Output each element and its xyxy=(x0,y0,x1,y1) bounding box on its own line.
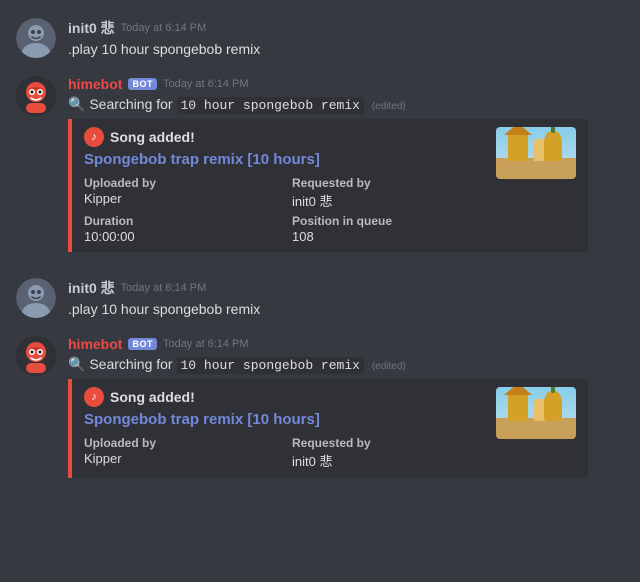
thumbnail-canvas xyxy=(496,127,576,179)
field-uploaded-by-2: Uploaded by Kipper xyxy=(84,436,276,470)
music-icon: ♪ xyxy=(84,127,104,147)
field-requested-by-2: Requested by init0 悲 xyxy=(292,436,484,470)
username-2: init0 悲 xyxy=(68,278,115,298)
message-header: init0 悲 Today at 6:14 PM xyxy=(68,18,624,38)
timestamp: Today at 6:14 PM xyxy=(121,22,207,34)
field-label-requested-2: Requested by xyxy=(292,436,484,450)
avatar-bot-2 xyxy=(16,336,56,376)
message-group-bot-2: himebot BOT Today at 6:14 PM 🔍 Searching… xyxy=(0,328,640,487)
search-text-2: Searching for xyxy=(89,356,172,372)
message-header-2: init0 悲 Today at 6:14 PM xyxy=(68,278,624,298)
message-text-2: .play 10 hour spongebob remix xyxy=(68,300,624,320)
message-group-bot: himebot BOT Today at 6:14 PM 🔍 Searching… xyxy=(0,68,640,261)
song-name: Spongebob trap remix [10 hours] xyxy=(84,151,484,168)
message-content-bot: himebot BOT Today at 6:14 PM 🔍 Searching… xyxy=(68,76,624,253)
thumbnail-canvas-2 xyxy=(496,387,576,439)
avatar xyxy=(16,18,56,58)
embed-2: ♪ Song added! Spongebob trap remix [10 h… xyxy=(68,379,588,478)
username: init0 悲 xyxy=(68,18,115,38)
field-value-requested: init0 悲 xyxy=(292,191,484,210)
search-line-2: 🔍 Searching for 10 hour spongebob remix … xyxy=(68,354,624,376)
field-label-duration: Duration xyxy=(84,214,276,228)
messages-container: init0 悲 Today at 6:14 PM .play 10 hour s… xyxy=(0,0,640,496)
message-header-bot: himebot BOT Today at 6:14 PM xyxy=(68,76,624,92)
field-value-uploaded-2: Kipper xyxy=(84,451,276,466)
timestamp-bot-2: Today at 6:14 PM xyxy=(163,338,249,350)
song-added-text-2: Song added! xyxy=(110,389,195,405)
message-content-2: init0 悲 Today at 6:14 PM .play 10 hour s… xyxy=(68,278,624,320)
field-value-requested-2: init0 悲 xyxy=(292,451,484,470)
field-uploaded-by: Uploaded by Kipper xyxy=(84,176,276,210)
timestamp-bot: Today at 6:14 PM xyxy=(163,78,249,90)
song-added-text: Song added! xyxy=(110,129,195,145)
field-label-requested: Requested by xyxy=(292,176,484,190)
edited-tag: (edited) xyxy=(372,101,406,112)
message-content-bot-2: himebot BOT Today at 6:14 PM 🔍 Searching… xyxy=(68,336,624,479)
music-icon-2: ♪ xyxy=(84,387,104,407)
embed-body-2: ♪ Song added! Spongebob trap remix [10 h… xyxy=(84,387,484,470)
message-content: init0 悲 Today at 6:14 PM .play 10 hour s… xyxy=(68,18,624,60)
username-bot-2: himebot xyxy=(68,336,122,352)
magnifier-icon-2: 🔍 xyxy=(68,356,85,372)
message-header-bot-2: himebot BOT Today at 6:14 PM xyxy=(68,336,624,352)
message-group-2: init0 悲 Today at 6:14 PM .play 10 hour s… xyxy=(0,270,640,328)
search-query-2: 10 hour spongebob remix xyxy=(177,357,364,374)
bot-badge-2: BOT xyxy=(128,338,157,350)
field-label-uploaded: Uploaded by xyxy=(84,176,276,190)
field-requested-by: Requested by init0 悲 xyxy=(292,176,484,210)
username-bot: himebot xyxy=(68,76,122,92)
song-name-2: Spongebob trap remix [10 hours] xyxy=(84,411,484,428)
message-text: .play 10 hour spongebob remix xyxy=(68,40,624,60)
embed-thumbnail-2 xyxy=(496,387,576,439)
embed: ♪ Song added! Spongebob trap remix [10 h… xyxy=(68,119,588,252)
embed-fields-2: Uploaded by Kipper Requested by init0 悲 xyxy=(84,436,484,470)
timestamp-2: Today at 6:14 PM xyxy=(121,282,207,294)
embed-song-title: ♪ Song added! xyxy=(84,127,484,147)
field-value-position: 108 xyxy=(292,229,484,244)
search-line: 🔍 Searching for 10 hour spongebob remix … xyxy=(68,94,624,116)
field-position: Position in queue 108 xyxy=(292,214,484,244)
embed-fields: Uploaded by Kipper Requested by init0 悲 … xyxy=(84,176,484,244)
search-query: 10 hour spongebob remix xyxy=(177,97,364,114)
bot-badge: BOT xyxy=(128,78,157,90)
field-value-duration: 10:00:00 xyxy=(84,229,276,244)
magnifier-icon: 🔍 xyxy=(68,96,85,112)
field-label-uploaded-2: Uploaded by xyxy=(84,436,276,450)
embed-body: ♪ Song added! Spongebob trap remix [10 h… xyxy=(84,127,484,244)
edited-tag-2: (edited) xyxy=(372,361,406,372)
message-group: init0 悲 Today at 6:14 PM .play 10 hour s… xyxy=(0,10,640,68)
field-label-position: Position in queue xyxy=(292,214,484,228)
search-text: Searching for xyxy=(89,96,172,112)
avatar-bot xyxy=(16,76,56,116)
embed-thumbnail xyxy=(496,127,576,179)
field-duration: Duration 10:00:00 xyxy=(84,214,276,244)
embed-song-title-2: ♪ Song added! xyxy=(84,387,484,407)
avatar-2 xyxy=(16,278,56,318)
field-value-uploaded: Kipper xyxy=(84,191,276,206)
